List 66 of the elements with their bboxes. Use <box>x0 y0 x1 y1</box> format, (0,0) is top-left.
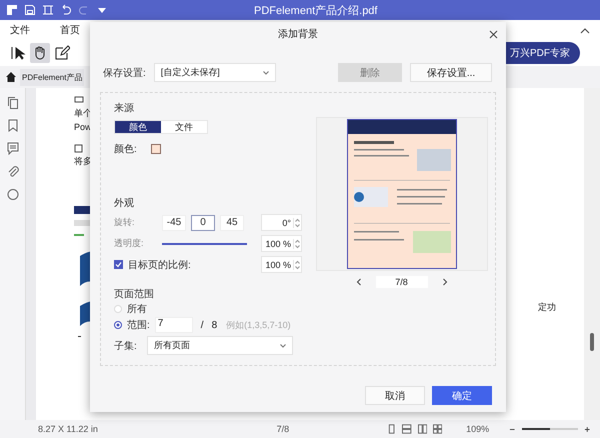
monitor-icon <box>74 96 84 105</box>
opacity-spinner[interactable]: 100 % <box>261 235 302 252</box>
menu-item[interactable]: 首页 <box>60 23 80 37</box>
subset-label: 子集: <box>114 340 137 352</box>
opacity-label: 透明度: <box>114 237 145 250</box>
bookmark-icon[interactable] <box>6 119 18 132</box>
app-logo-icon[interactable] <box>6 4 18 16</box>
hand-icon[interactable] <box>30 43 50 63</box>
rotation-button[interactable]: -45 <box>162 214 186 230</box>
checkbox[interactable] <box>114 260 123 269</box>
range-hint: 例如(1,3,5,7-10) <box>226 318 291 332</box>
confirm-button[interactable]: 确定 <box>432 386 492 405</box>
subset-dropdown[interactable]: 所有页面 <box>146 336 293 355</box>
zoom-level[interactable]: 109% <box>466 424 490 434</box>
paperclip-icon[interactable] <box>6 165 18 178</box>
page-text: 定功 <box>538 301 556 314</box>
rotation-button[interactable]: 0 <box>191 214 215 230</box>
save-settings-label: 保存设置: <box>103 66 146 80</box>
save-settings-button[interactable]: 保存设置... <box>410 63 492 82</box>
rotation-spinner[interactable]: 0° <box>261 214 302 231</box>
radio-label: 范围: <box>127 318 150 332</box>
section-heading: 外观 <box>114 197 134 210</box>
scrollbar-thumb[interactable] <box>590 333 594 351</box>
cancel-button[interactable]: 取消 <box>365 386 425 405</box>
source-tab[interactable]: 文件 <box>161 121 207 133</box>
section-heading: 来源 <box>114 102 134 115</box>
two-page-icon[interactable] <box>418 424 427 434</box>
page-range-field[interactable]: 7 <box>154 317 193 333</box>
menu-item[interactable]: 文件 <box>10 23 30 37</box>
close-icon[interactable] <box>489 30 498 39</box>
previous-page-icon[interactable] <box>356 278 362 286</box>
radio-button[interactable] <box>114 321 122 329</box>
zoom-in-icon[interactable] <box>584 426 590 432</box>
next-page-icon[interactable] <box>442 278 448 286</box>
source-tab[interactable]: 颜色 <box>115 121 161 133</box>
save-icon[interactable] <box>24 4 36 16</box>
rotation-label: 旋转: <box>114 216 136 229</box>
scale-spinner[interactable]: 100 % <box>261 256 302 273</box>
scroll-view-icon[interactable] <box>402 424 412 434</box>
collapse-icon[interactable] <box>580 27 590 35</box>
pages-icon[interactable] <box>6 96 18 109</box>
color-swatch[interactable] <box>150 144 161 154</box>
grid-view-icon[interactable] <box>432 424 442 434</box>
scale-label: 目标页的比例: <box>128 258 191 272</box>
window-title: PDFelement产品介绍.pdf <box>254 4 378 18</box>
rotation-button[interactable]: 45 <box>220 214 244 230</box>
page-text: 将多 <box>74 155 92 168</box>
undo-icon[interactable] <box>60 4 72 16</box>
preview-page-field[interactable]: 7/8 <box>376 276 428 288</box>
page-total: 8 <box>212 320 218 330</box>
document-icon <box>74 144 84 153</box>
color-label: 颜色: <box>114 142 137 156</box>
radio-label: 所有 <box>127 302 147 316</box>
section-heading: 页面范围 <box>114 288 154 301</box>
caret-icon <box>262 70 269 74</box>
comment-icon[interactable] <box>6 142 18 155</box>
page-size-text: 8.27 X 11.22 in <box>38 424 99 434</box>
home-icon[interactable] <box>5 71 17 83</box>
dialog-title: 添加背景 <box>278 28 318 41</box>
circle-icon[interactable] <box>6 188 18 201</box>
single-page-icon[interactable] <box>386 424 396 434</box>
page-number-field[interactable]: 7/8 <box>276 424 381 434</box>
caret-icon <box>280 344 286 348</box>
settings-dropdown[interactable]: [自定义未保存] <box>154 63 276 82</box>
document-tab[interactable]: PDFelement产品 <box>20 68 84 86</box>
separator-text: / <box>200 320 204 330</box>
